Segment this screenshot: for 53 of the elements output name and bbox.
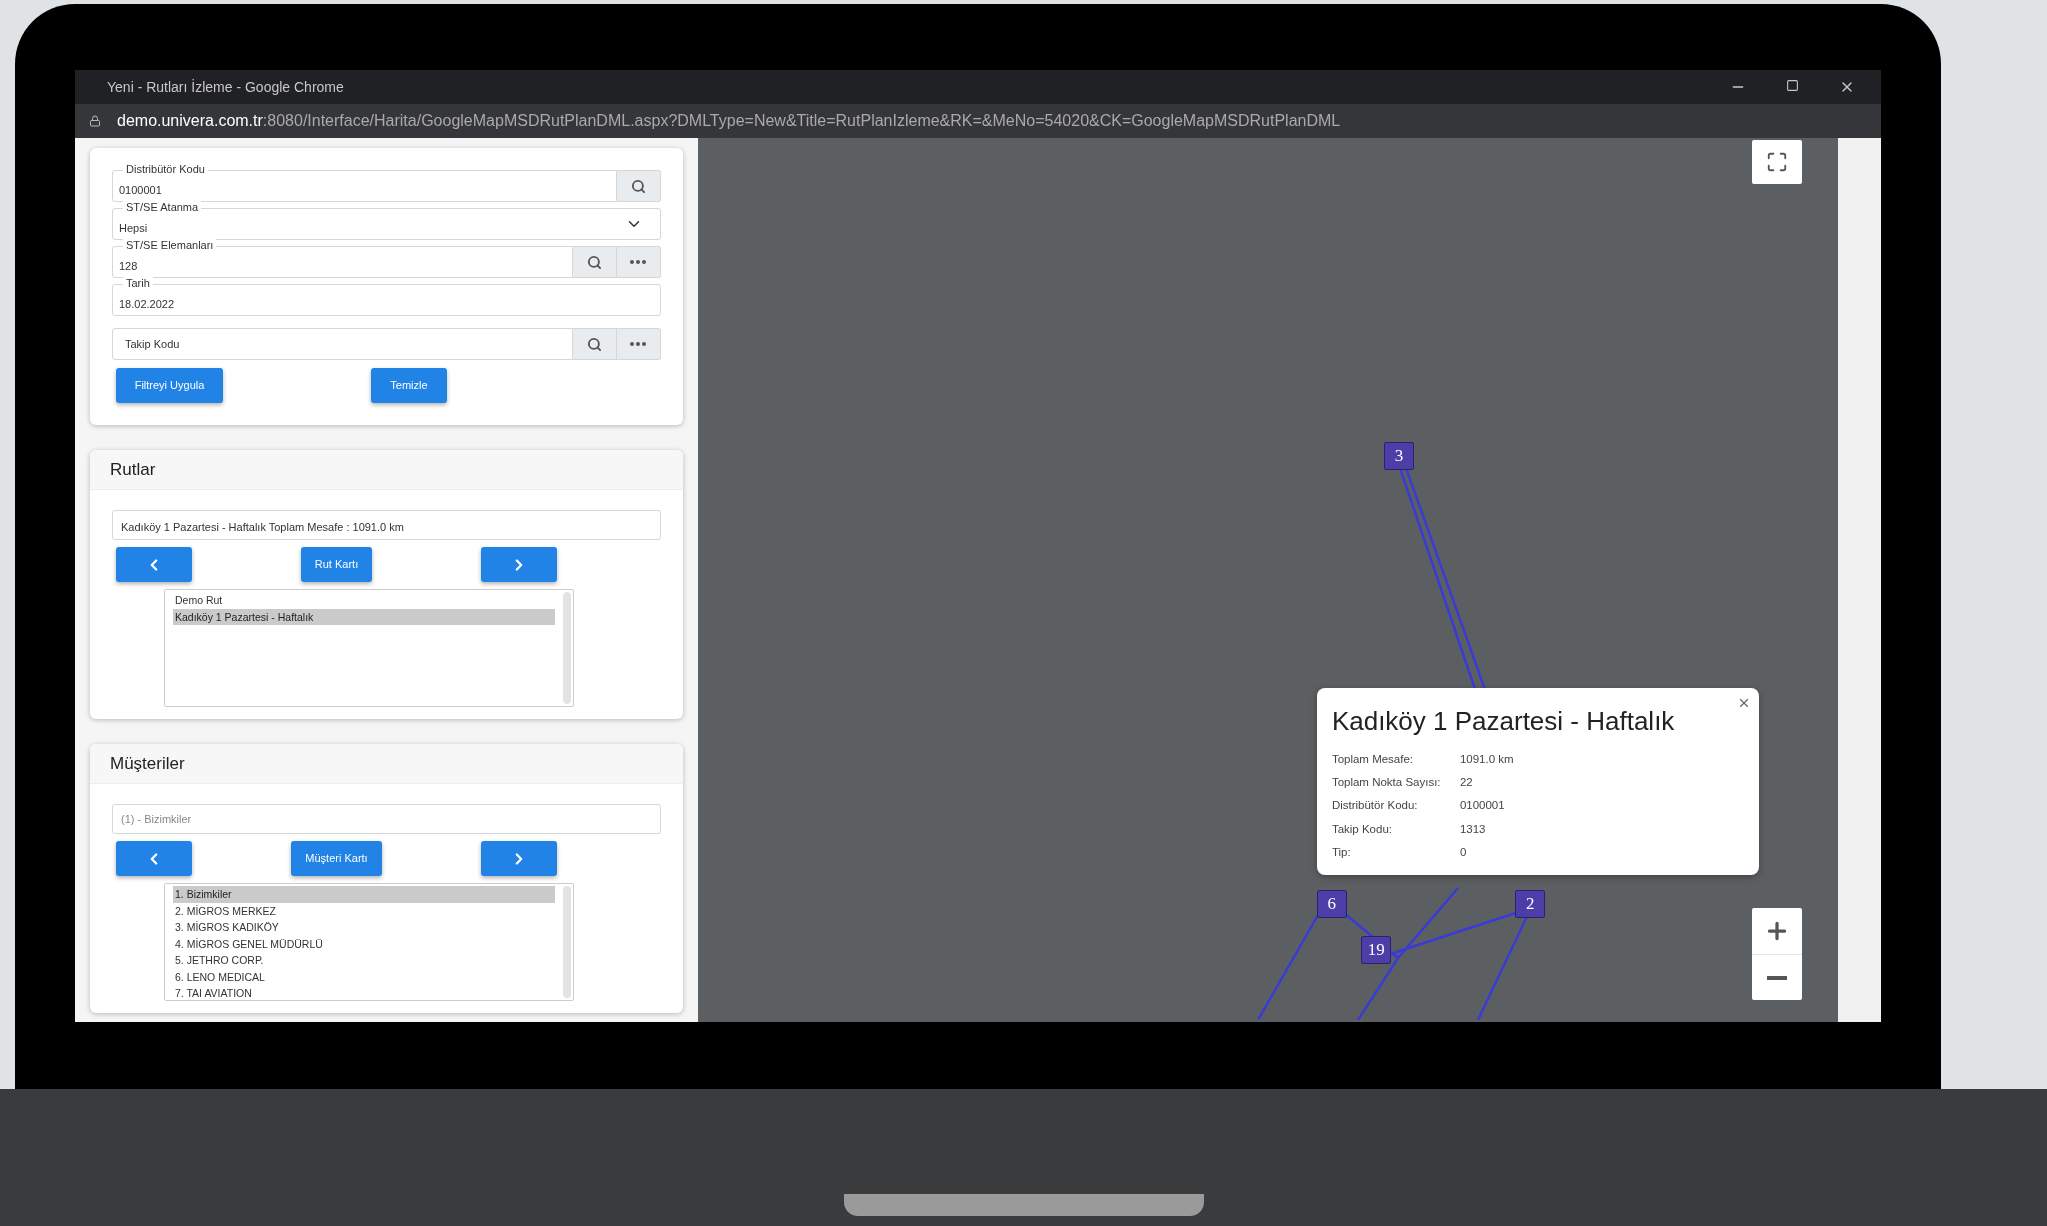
search-button[interactable] bbox=[616, 170, 661, 202]
minus-icon bbox=[1767, 975, 1788, 980]
list-item[interactable]: 6. LENO MEDICAL bbox=[173, 968, 555, 985]
section-title: Müşteriler bbox=[110, 752, 185, 775]
info-value: 0100001 bbox=[1459, 798, 1505, 814]
window-title: Yeni - Rutları İzleme - Google Chrome bbox=[107, 77, 344, 97]
search-icon bbox=[586, 336, 602, 352]
info-label: Distribütör Kodu: bbox=[1331, 798, 1419, 814]
card-button[interactable]: Rut Kartı bbox=[300, 547, 373, 582]
more-button[interactable] bbox=[616, 246, 661, 278]
search-icon bbox=[630, 178, 646, 194]
more-icon bbox=[630, 260, 647, 264]
field-label: Tarih bbox=[123, 277, 153, 289]
list-item[interactable]: Kadıköy 1 Pazartesi - Haftalık bbox=[173, 608, 555, 625]
list-item[interactable]: 2. MİGROS MERKEZ bbox=[173, 902, 555, 919]
clear-button[interactable]: Temizle bbox=[371, 368, 447, 403]
info-label: Tip: bbox=[1331, 844, 1352, 860]
input-field[interactable]: Takip Kodu bbox=[112, 328, 573, 360]
info-value: 1091.0 km bbox=[1459, 751, 1514, 767]
info-value: 0 bbox=[1459, 844, 1467, 860]
info-label: Toplam Nokta Sayısı: bbox=[1331, 775, 1442, 791]
summary-field: Kadıköy 1 Pazartesi - Haftalık Toplam Mesafe : 1091.0 km bbox=[112, 510, 661, 540]
apply-filter-button[interactable]: Filtreyi Uygula bbox=[116, 368, 223, 403]
map-marker[interactable]: 2 bbox=[1515, 889, 1546, 918]
info-value: 1313 bbox=[1459, 821, 1486, 837]
search-button[interactable] bbox=[572, 328, 617, 360]
popup-title: Kadıköy 1 Pazartesi - Haftalık bbox=[1331, 704, 1676, 738]
search-icon bbox=[586, 254, 602, 270]
field-label: ST/SE Atanma bbox=[123, 201, 202, 213]
list-item[interactable]: 7. TAI AVIATION bbox=[173, 985, 555, 1002]
section-title: Rutlar bbox=[110, 458, 156, 481]
map-marker[interactable]: 3 bbox=[1384, 442, 1414, 471]
fullscreen-icon bbox=[1766, 151, 1789, 173]
list-item[interactable]: Demo Rut bbox=[173, 592, 555, 609]
maximize-icon[interactable] bbox=[1786, 79, 1799, 92]
card-button[interactable]: Müşteri Kartı bbox=[291, 841, 382, 876]
input-field[interactable]: (1) - Bizimkiler bbox=[112, 804, 661, 834]
list-item[interactable]: 1. Bizimkiler bbox=[173, 886, 555, 903]
more-icon bbox=[630, 342, 647, 346]
info-label: Takip Kodu: bbox=[1331, 821, 1393, 837]
map-marker[interactable]: 19 bbox=[1361, 935, 1392, 964]
list-item[interactable]: 4. MİGROS GENEL MÜDÜRLÜ bbox=[173, 935, 555, 952]
field-label: ST/SE Elemanları bbox=[123, 239, 217, 251]
more-button[interactable] bbox=[616, 328, 661, 360]
lock-icon bbox=[89, 115, 101, 127]
fullscreen-button[interactable] bbox=[1752, 140, 1803, 184]
search-button[interactable] bbox=[572, 246, 617, 278]
info-label: Toplam Mesafe: bbox=[1331, 751, 1415, 767]
list-item[interactable]: 5. JETHRO CORP. bbox=[173, 952, 555, 969]
map-marker[interactable]: 6 bbox=[1316, 889, 1347, 918]
list-item[interactable]: 3. MİGROS KADIKÖY bbox=[173, 919, 555, 936]
field-label: Distribütör Kodu bbox=[123, 163, 208, 175]
info-value: 22 bbox=[1459, 775, 1473, 791]
